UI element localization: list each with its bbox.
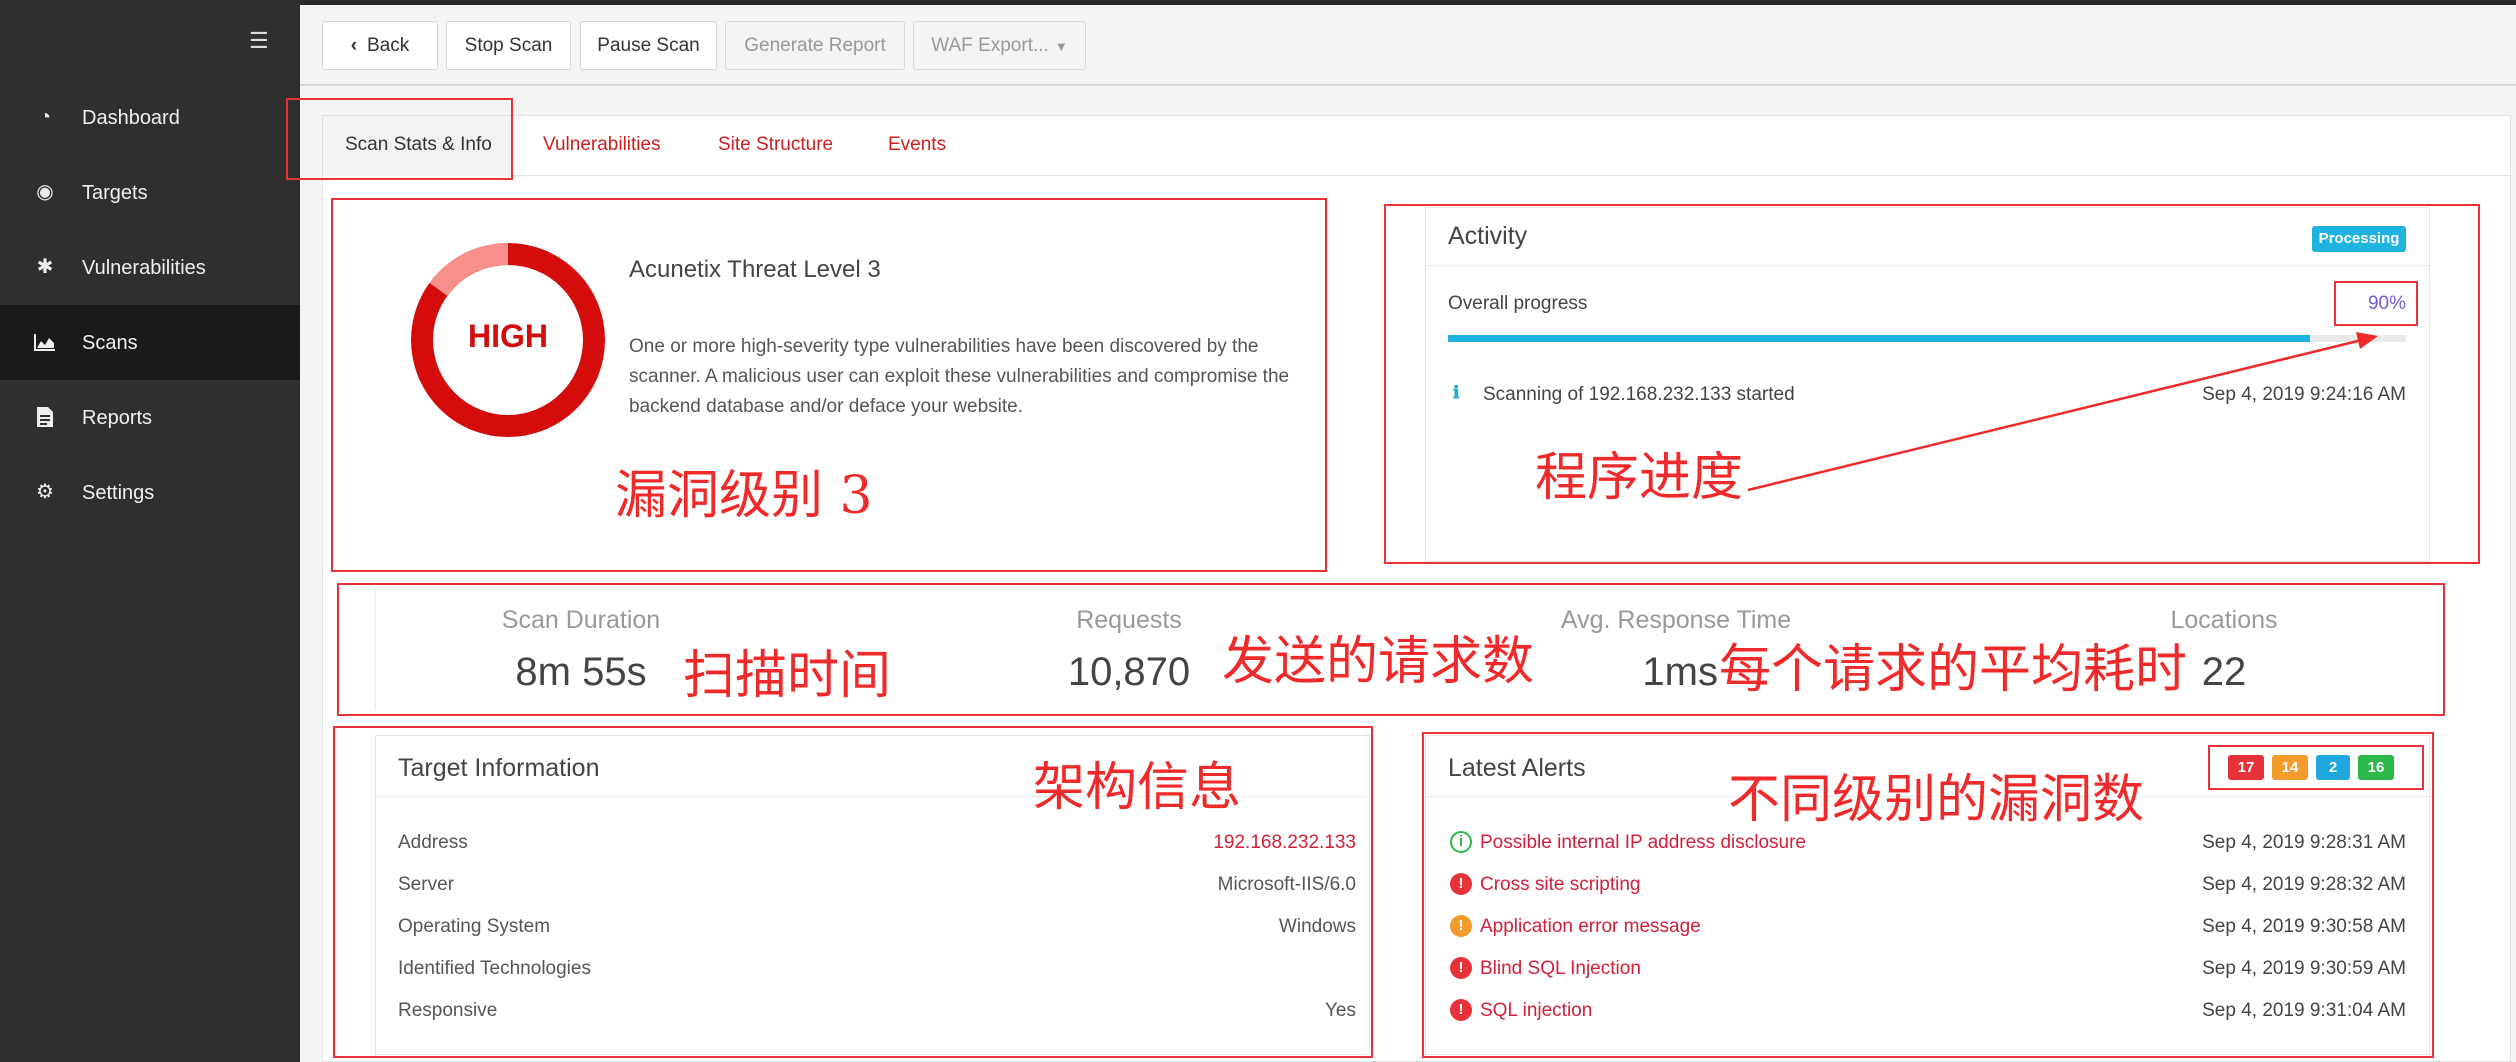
annotation-threat: 漏洞级别 3: [615, 466, 873, 526]
annotation-response-time: 每个请求的平均耗时: [1719, 640, 2188, 700]
annotation-requests: 发送的请求数: [1222, 632, 1535, 692]
annotation-progress: 程序进度: [1535, 448, 1744, 508]
annotation-target: 架构信息: [1033, 758, 1242, 818]
annotation-arrow: [1747, 332, 2378, 492]
annotation-alerts: 不同级别的漏洞数: [1728, 770, 2145, 830]
annotation-duration: 扫描时间: [683, 646, 892, 706]
